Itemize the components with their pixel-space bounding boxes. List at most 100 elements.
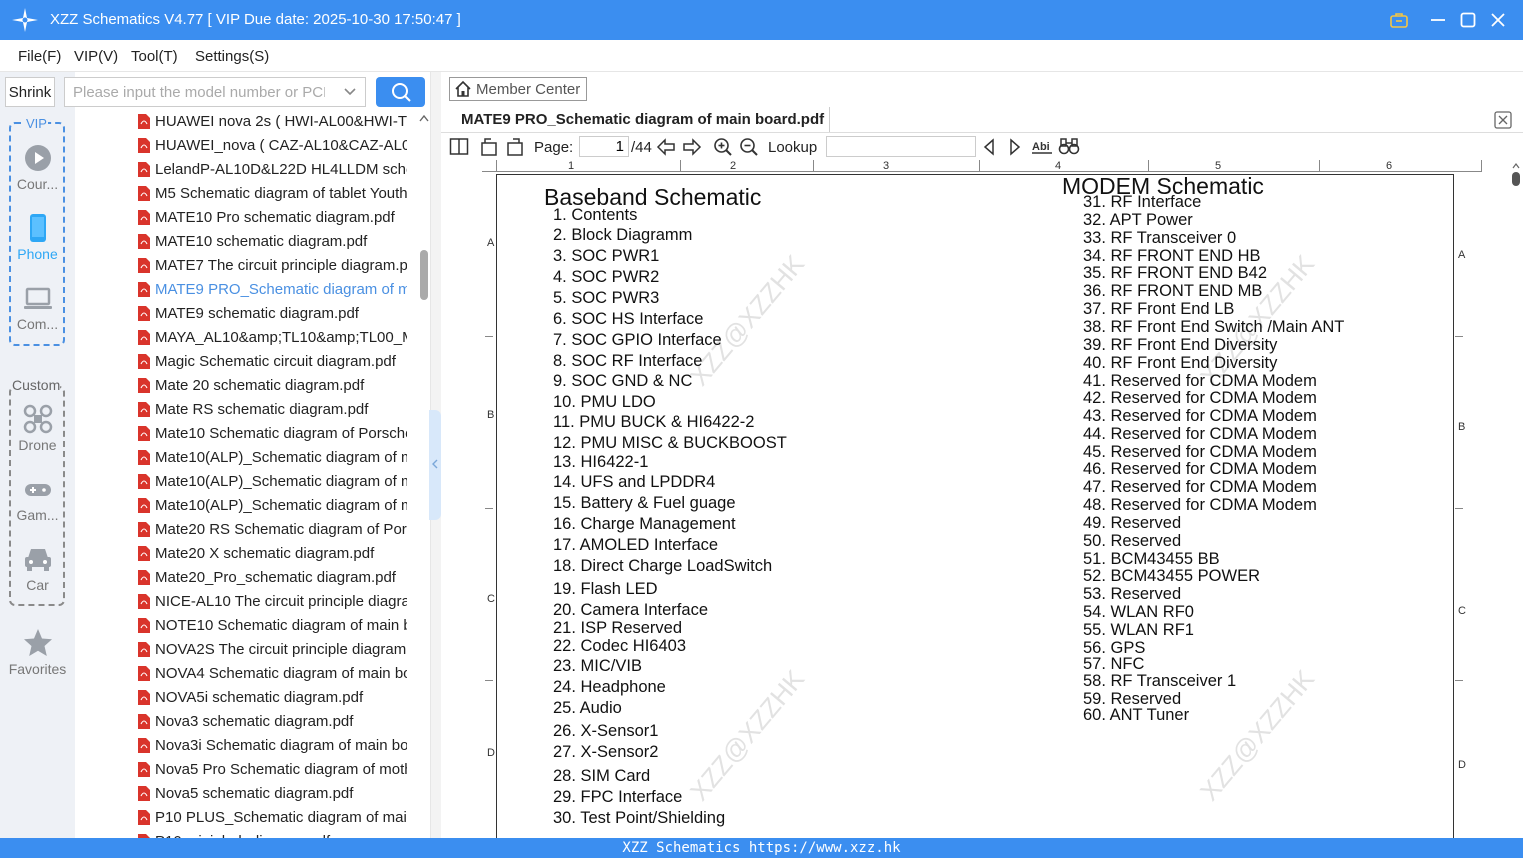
file-name: NICE-AL10 The circuit principle diagram <box>155 592 407 610</box>
find-previous-icon[interactable] <box>981 137 997 157</box>
file-list-item[interactable]: MATE10 Pro schematic diagram.pdf <box>135 205 410 229</box>
file-list-item[interactable]: Nova3i Schematic diagram of main board <box>135 733 410 757</box>
sidebar-item-drone[interactable]: Drone <box>0 404 75 453</box>
menu-tool[interactable]: Tool(T) <box>131 48 178 65</box>
sidebar-item-computer[interactable]: Com... <box>0 283 75 332</box>
document-scrollbar[interactable] <box>1509 160 1523 838</box>
file-list-item[interactable]: HUAWEI nova 2s ( HWI-AL00&HWI-TL00 ) <box>135 109 410 133</box>
file-list-item[interactable]: Mate20 RS Schematic diagram of Porsche <box>135 517 410 541</box>
document-page-area[interactable]: 1 2 3 4 5 6 A B C D A B C D XZZ@XZZHK XZ… <box>441 160 1509 838</box>
app-logo-icon <box>12 8 38 32</box>
column-ruler: 1 2 3 4 5 6 <box>482 160 1482 172</box>
file-list-item[interactable]: NOVA5i schematic diagram.pdf <box>135 685 410 709</box>
baseband-item: 26. X-Sensor1 <box>553 722 659 740</box>
sidebar-item-label: Cour... <box>16 176 59 192</box>
file-list-item[interactable]: NICE-AL10 The circuit principle diagram <box>135 589 410 613</box>
member-center-button[interactable]: Member Center <box>449 77 587 101</box>
two-page-view-icon[interactable] <box>449 137 469 157</box>
file-list-item[interactable]: Mate RS schematic diagram.pdf <box>135 397 410 421</box>
pdf-file-icon <box>138 737 150 753</box>
minimize-button[interactable] <box>1423 6 1453 34</box>
file-list-item[interactable]: HUAWEI_nova ( CAZ-AL10&CAZ-AL00 ) <box>135 133 410 157</box>
sidebar-item-games[interactable]: Gam... <box>0 474 75 523</box>
file-name: LelandP-AL10D&L22D HL4LLDM schematic <box>155 160 407 178</box>
pdf-file-icon <box>138 161 150 177</box>
sidebar-item-phone[interactable]: Phone <box>0 213 75 262</box>
next-page-icon[interactable] <box>681 137 703 157</box>
collapse-panel-button[interactable] <box>429 410 441 520</box>
file-list-item[interactable]: MATE9 schematic diagram.pdf <box>135 301 410 325</box>
baseband-item: 30. Test Point/Shielding <box>553 809 726 827</box>
zoom-in-icon[interactable] <box>713 137 733 157</box>
lookup-label: Lookup <box>768 139 818 156</box>
file-name: Nova5 Pro Schematic diagram of mother <box>155 760 407 778</box>
file-list-item[interactable]: Mate10(ALP)_Schematic diagram of main <box>135 493 410 517</box>
chevron-up-icon[interactable] <box>1512 162 1520 169</box>
modem-item: 44. Reserved for CDMA Modem <box>1083 425 1317 443</box>
file-list-item[interactable]: Mate10(ALP)_Schematic diagram of main <box>135 445 410 469</box>
file-list-item[interactable]: LelandP-AL10D&L22D HL4LLDM schematic <box>135 157 410 181</box>
sidebar-item-label: Com... <box>16 316 59 332</box>
modem-item: 40. RF Front End Diversity <box>1083 354 1278 372</box>
modem-item: 38. RF Front End Switch /Main ANT <box>1083 318 1345 336</box>
previous-page-icon[interactable] <box>655 137 677 157</box>
document-tab[interactable]: MATE9 PRO_Schematic diagram of main boar… <box>449 107 830 133</box>
match-case-icon[interactable]: Abi <box>1031 137 1053 157</box>
file-list-item[interactable]: NOVA2S The circuit principle diagram <box>135 637 410 661</box>
chevron-up-icon[interactable] <box>419 114 429 122</box>
baseband-item: 13. HI6422-1 <box>553 453 649 471</box>
menu-settings[interactable]: Settings(S) <box>195 48 269 65</box>
file-list-item[interactable]: NOTE10 Schematic diagram of main board <box>135 613 410 637</box>
zoom-out-icon[interactable] <box>739 137 759 157</box>
chevron-down-icon[interactable] <box>343 85 357 99</box>
file-list-item[interactable]: MATE10 schematic diagram.pdf <box>135 229 410 253</box>
shrink-button[interactable]: Shrink <box>5 77 55 107</box>
maximize-button[interactable] <box>1453 6 1483 34</box>
sidebar-item-favorites[interactable]: Favorites <box>0 628 75 677</box>
rotate-right-icon[interactable] <box>505 137 525 157</box>
viewer-toolbar: Page: /44 Lookup Abi <box>441 134 1523 160</box>
close-button[interactable] <box>1483 6 1513 34</box>
page-input[interactable] <box>579 136 629 157</box>
file-list-item[interactable]: P10 PLUS_Schematic diagram of main <box>135 805 410 829</box>
file-list-item[interactable]: Nova5 schematic diagram.pdf <box>135 781 410 805</box>
sidebar-item-car[interactable]: Car <box>0 544 75 593</box>
file-list-item[interactable]: Mate20 X schematic diagram.pdf <box>135 541 410 565</box>
close-tab-icon[interactable] <box>1493 110 1513 130</box>
baseband-item: 6. SOC HS Interface <box>553 310 704 328</box>
file-list-item[interactable]: MATE9 PRO_Schematic diagram of main boar… <box>135 277 410 301</box>
menu-vip[interactable]: VIP(V) <box>74 48 118 65</box>
file-list-item[interactable]: MATE7 The circuit principle diagram.pdf <box>135 253 410 277</box>
rotate-left-icon[interactable] <box>479 137 499 157</box>
scrollbar-thumb[interactable] <box>420 250 428 300</box>
file-list-item[interactable]: NOVA4 Schematic diagram of main board <box>135 661 410 685</box>
ruler-number: 6 <box>1386 160 1393 172</box>
gamepad-icon <box>24 484 51 496</box>
ruler-number: 4 <box>1055 160 1062 172</box>
file-list-item[interactable]: Magic Schematic circuit diagram.pdf <box>135 349 410 373</box>
find-next-icon[interactable] <box>1007 137 1023 157</box>
scrollbar-thumb[interactable] <box>1512 172 1520 186</box>
file-list-item[interactable]: Mate10 Schematic diagram of Porsche <box>135 421 410 445</box>
menu-file[interactable]: File(F) <box>18 48 61 65</box>
file-list-item[interactable]: MAYA_AL10&amp;TL10&amp;TL00_MAIN <box>135 325 410 349</box>
file-list-item[interactable]: Nova3 schematic diagram.pdf <box>135 709 410 733</box>
file-list-item[interactable]: P10 mini_hub diagram.pdf <box>135 829 410 838</box>
row-letter: A <box>1458 249 1466 261</box>
search-button[interactable] <box>376 77 425 107</box>
find-binoculars-icon[interactable] <box>1058 137 1080 157</box>
lookup-input[interactable] <box>826 136 976 157</box>
modem-item: 48. Reserved for CDMA Modem <box>1083 496 1317 514</box>
baseband-item: 11. PMU BUCK & HI6422-2 <box>553 413 755 431</box>
file-list-item[interactable]: M5 Schematic diagram of tablet Youth <box>135 181 410 205</box>
file-list-item[interactable]: Mate20_Pro_schematic diagram.pdf <box>135 565 410 589</box>
file-list-item[interactable]: Mate10(ALP)_Schematic diagram of main <box>135 469 410 493</box>
row-letter: A <box>487 237 495 249</box>
pdf-file-icon <box>138 305 150 321</box>
sidebar-item-courses[interactable]: Cour... <box>0 143 75 192</box>
pdf-file-icon <box>138 545 150 561</box>
file-list-item[interactable]: Mate 20 schematic diagram.pdf <box>135 373 410 397</box>
vip-bag-icon[interactable] <box>1384 6 1414 34</box>
search-input[interactable] <box>65 78 325 106</box>
file-list-item[interactable]: Nova5 Pro Schematic diagram of mother <box>135 757 410 781</box>
